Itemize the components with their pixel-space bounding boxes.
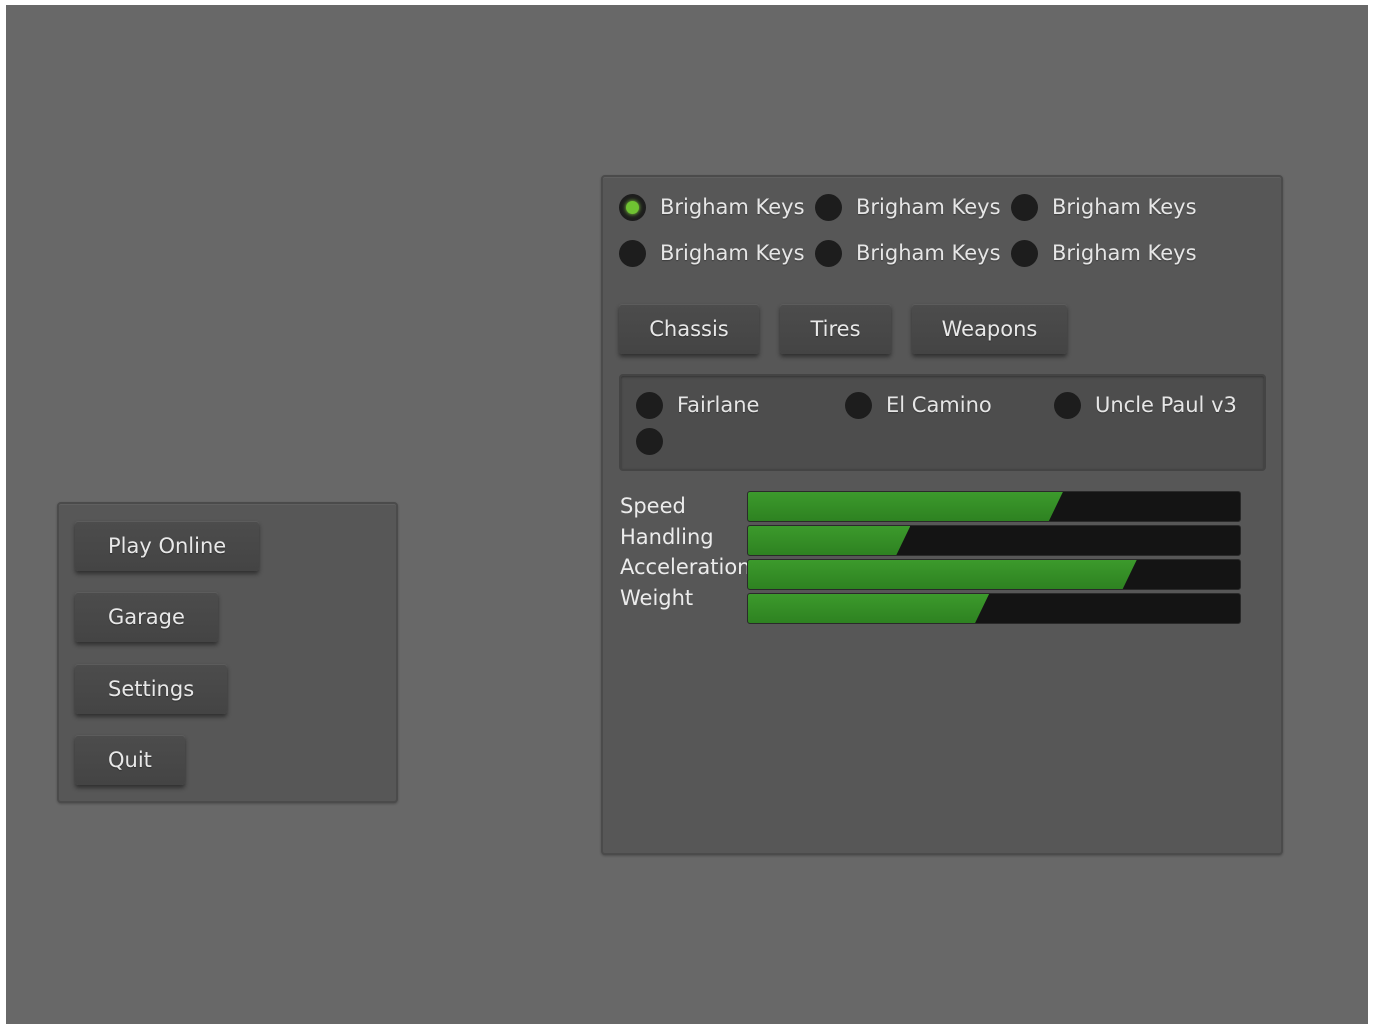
weight-bar — [747, 593, 1241, 624]
stat-label-weight: Weight — [620, 586, 694, 610]
chassis-options-box: Fairlane El Camino Uncle Paul v3 — [619, 374, 1266, 471]
radio-indicator — [815, 239, 842, 267]
garage-button[interactable]: Garage — [75, 592, 218, 642]
driver-label: Brigham Keys — [1052, 195, 1197, 219]
settings-button[interactable]: Settings — [75, 664, 228, 714]
radio-indicator — [845, 391, 872, 419]
play-online-button[interactable]: Play Online — [75, 521, 260, 571]
handling-bar-fill — [748, 526, 910, 555]
radio-indicator — [815, 193, 842, 221]
driver-radio[interactable]: Brigham Keys — [815, 192, 1001, 222]
radio-indicator — [619, 193, 646, 221]
stat-label-handling: Handling — [620, 525, 714, 549]
driver-radio[interactable]: Brigham Keys — [619, 238, 805, 268]
tab-weapons[interactable]: Weapons — [912, 304, 1067, 354]
handling-bar — [747, 525, 1241, 556]
driver-label: Brigham Keys — [660, 241, 805, 265]
chassis-label: Fairlane — [677, 393, 760, 417]
driver-label: Brigham Keys — [856, 195, 1001, 219]
acceleration-bar — [747, 559, 1241, 590]
chassis-radio-unnamed[interactable] — [636, 426, 677, 456]
radio-indicator — [636, 427, 663, 455]
driver-radio[interactable]: Brigham Keys — [1011, 192, 1197, 222]
chassis-radio-uncle-paul[interactable]: Uncle Paul v3 — [1054, 390, 1237, 420]
acceleration-bar-fill — [748, 560, 1137, 589]
garage-panel: Brigham Keys Brigham Keys Brigham Keys B… — [601, 175, 1283, 855]
game-viewport: Play Online Garage Settings Quit Brigham… — [6, 5, 1368, 1024]
speed-bar — [747, 491, 1241, 522]
chassis-radio-el-camino[interactable]: El Camino — [845, 390, 992, 420]
chassis-label: Uncle Paul v3 — [1095, 393, 1237, 417]
radio-indicator — [619, 239, 646, 267]
driver-label: Brigham Keys — [660, 195, 805, 219]
stat-label-speed: Speed — [620, 494, 686, 518]
driver-label: Brigham Keys — [856, 241, 1001, 265]
driver-radio[interactable]: Brigham Keys — [815, 238, 1001, 268]
driver-label: Brigham Keys — [1052, 241, 1197, 265]
weight-bar-fill — [748, 594, 989, 623]
speed-bar-fill — [748, 492, 1063, 521]
radio-indicator — [636, 391, 663, 419]
chassis-radio-fairlane[interactable]: Fairlane — [636, 390, 759, 420]
radio-indicator — [1011, 239, 1038, 267]
chassis-label: El Camino — [886, 393, 992, 417]
driver-radio[interactable]: Brigham Keys — [619, 192, 805, 222]
radio-indicator — [1054, 391, 1081, 419]
quit-button[interactable]: Quit — [75, 735, 185, 785]
main-menu-panel: Play Online Garage Settings Quit — [57, 502, 398, 803]
radio-indicator — [1011, 193, 1038, 221]
tab-tires[interactable]: Tires — [780, 304, 891, 354]
driver-radio[interactable]: Brigham Keys — [1011, 238, 1197, 268]
tab-chassis[interactable]: Chassis — [619, 304, 759, 354]
stat-label-acceleration: Acceleration — [620, 555, 751, 579]
